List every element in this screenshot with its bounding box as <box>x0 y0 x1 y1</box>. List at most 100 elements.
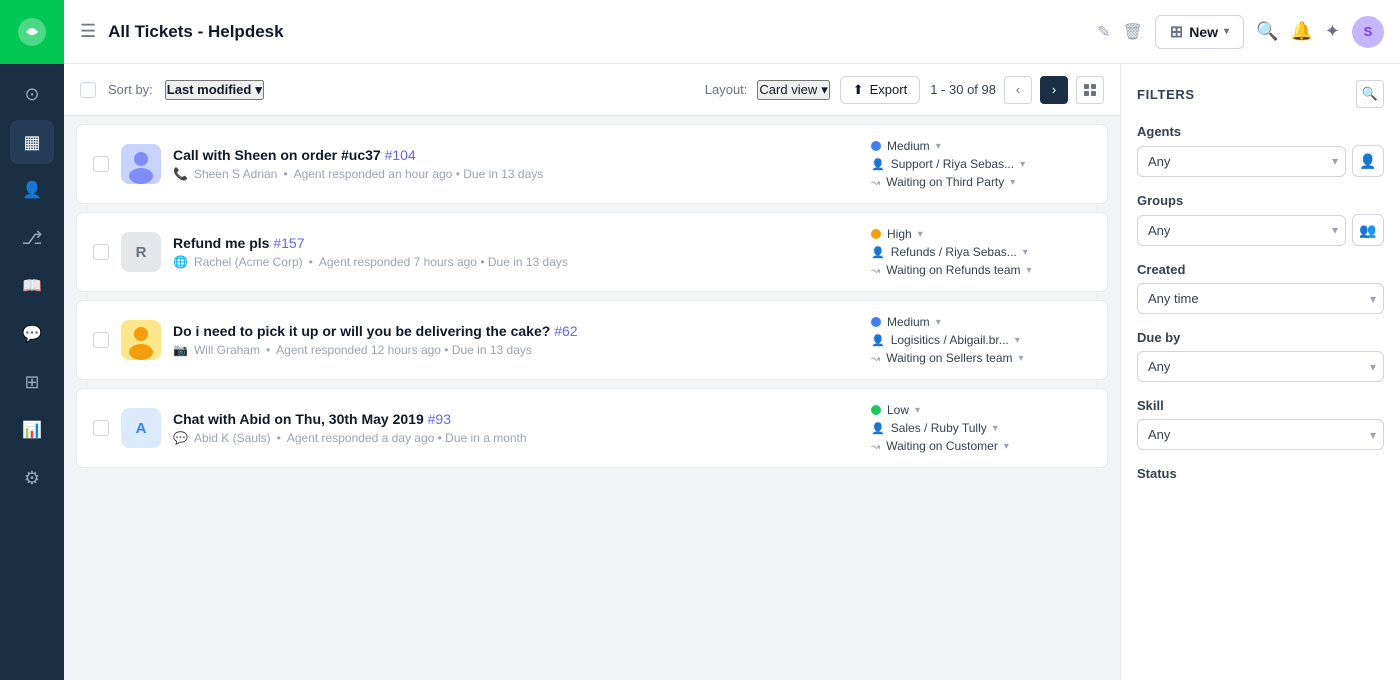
priority-dot <box>871 229 881 239</box>
sidebar-logo[interactable] <box>0 0 64 64</box>
new-button[interactable]: ⊞ New ▾ <box>1155 15 1244 49</box>
team-chevron-icon: ▾ <box>1020 159 1025 170</box>
ticket-avatar-image <box>121 144 161 184</box>
toolbar: Sort by: Last modified ▾ Layout: Card vi… <box>64 64 1120 116</box>
ticket-checkbox[interactable] <box>93 244 109 260</box>
edit-icon[interactable]: ✎ <box>1097 22 1110 42</box>
team-tag[interactable]: 👤 Logisitics / Abigail.br... ▾ <box>871 333 1020 347</box>
skill-select[interactable]: Any <box>1137 419 1384 450</box>
ticket-checkbox[interactable] <box>93 156 109 172</box>
team-tag[interactable]: 👤 Sales / Ruby Tully ▾ <box>871 421 998 435</box>
layout-chevron-icon: ▾ <box>821 82 828 98</box>
ticket-activity: Agent responded 12 hours ago • Due in 13… <box>276 343 532 357</box>
chat-icon: 💬 <box>22 324 42 344</box>
sidebar-item-grid[interactable]: ⊞ <box>10 360 54 404</box>
ticket-checkbox[interactable] <box>93 420 109 436</box>
sidebar-item-home[interactable]: ⊙ <box>10 72 54 116</box>
ticket-author: Abid K (Sauls) <box>194 431 271 445</box>
groups-select-wrapper: Any ▾ <box>1137 215 1346 246</box>
due-by-select[interactable]: Any <box>1137 351 1384 382</box>
team-chevron-icon: ▾ <box>993 423 998 434</box>
camera-icon: 📷 <box>173 343 188 357</box>
agents-select[interactable]: Any <box>1137 146 1346 177</box>
sidebar-item-tree[interactable]: ⎇ <box>10 216 54 260</box>
table-row[interactable]: R Refund me pls #157 🌐 Rachel (Acme Corp… <box>76 212 1108 292</box>
priority-tag[interactable]: High ▾ <box>871 227 923 241</box>
agents-icon-button[interactable]: 👤 <box>1352 145 1384 177</box>
table-row[interactable]: A Chat with Abid on Thu, 30th May 2019 #… <box>76 388 1108 468</box>
status-tag[interactable]: ↝ Waiting on Customer ▾ <box>871 439 1009 453</box>
team-tag[interactable]: 👤 Support / Riya Sebas... ▾ <box>871 157 1025 171</box>
created-select[interactable]: Any time <box>1137 283 1384 314</box>
ticket-meta: 📞 Sheen S Adrian • Agent responded an ho… <box>173 167 859 181</box>
status-tag[interactable]: ↝ Waiting on Sellers team ▾ <box>871 351 1024 365</box>
chevron-icon: ▾ <box>1224 26 1229 37</box>
agents-filter: Agents Any ▾ 👤 <box>1137 124 1384 177</box>
ticket-avatar-image <box>121 320 161 360</box>
sort-by-button[interactable]: Last modified ▾ <box>165 80 264 100</box>
sidebar-item-tickets[interactable]: ▦ <box>10 120 54 164</box>
ticket-activity: Agent responded a day ago • Due in a mon… <box>287 431 527 445</box>
next-page-button[interactable]: › <box>1040 76 1068 104</box>
filter-search-button[interactable]: 🔍 <box>1356 80 1384 108</box>
groups-icon-button[interactable]: 👥 <box>1352 214 1384 246</box>
table-row[interactable]: Do i need to pick it up or will you be d… <box>76 300 1108 380</box>
export-button[interactable]: ⬆ Export <box>840 76 920 104</box>
meta-separator: • <box>283 167 287 181</box>
home-icon: ⊙ <box>24 84 39 105</box>
logo-icon <box>16 16 48 48</box>
agents-select-row: Any ▾ 👤 <box>1137 145 1384 177</box>
search-icon[interactable]: 🔍 <box>1256 21 1278 42</box>
header-actions: ⊞ New ▾ 🔍 🔔 ✦ S <box>1155 15 1384 49</box>
priority-tag[interactable]: Medium ▾ <box>871 139 941 153</box>
user-avatar[interactable]: S <box>1352 16 1384 48</box>
priority-tag[interactable]: Medium ▾ <box>871 315 941 329</box>
ticket-title: Do i need to pick it up or will you be d… <box>173 323 859 339</box>
status-icon: ↝ <box>871 176 880 189</box>
tickets-icon: ▦ <box>23 132 40 153</box>
team-tag[interactable]: 👤 Refunds / Riya Sebas... ▾ <box>871 245 1028 259</box>
delete-icon[interactable]: 🗑 <box>1123 22 1143 42</box>
groups-select[interactable]: Any <box>1137 215 1346 246</box>
skill-filter: Skill Any ▾ <box>1137 398 1384 450</box>
ticket-body: Chat with Abid on Thu, 30th May 2019 #93… <box>173 411 859 445</box>
team-label: Support / Riya Sebas... <box>891 157 1014 171</box>
sidebar-item-book[interactable]: 📖 <box>10 264 54 308</box>
person-icon: 👤 <box>871 334 885 347</box>
layout-button[interactable]: Card view ▾ <box>757 80 829 100</box>
sidebar-item-reports[interactable]: 📊 <box>10 408 54 452</box>
status-label: Status <box>1137 466 1384 481</box>
magic-icon[interactable]: ✦ <box>1325 21 1340 42</box>
priority-label: Low <box>887 403 909 417</box>
hamburger-icon[interactable]: ☰ <box>80 21 96 42</box>
status-tag[interactable]: ↝ Waiting on Third Party ▾ <box>871 175 1015 189</box>
meta-separator: • <box>309 255 313 269</box>
due-by-select-wrapper: Any ▾ <box>1137 351 1384 382</box>
prev-page-button[interactable]: ‹ <box>1004 76 1032 104</box>
select-all-checkbox[interactable] <box>80 82 96 98</box>
status-icon: ↝ <box>871 352 880 365</box>
priority-label: Medium <box>887 139 930 153</box>
table-row[interactable]: Call with Sheen on order #uc37 #104 📞 Sh… <box>76 124 1108 204</box>
phone-icon: 📞 <box>173 167 188 181</box>
sidebar-item-settings[interactable]: ⚙ <box>10 456 54 500</box>
due-by-label: Due by <box>1137 330 1384 345</box>
status-label: Waiting on Third Party <box>886 175 1004 189</box>
created-label: Created <box>1137 262 1384 277</box>
tree-icon: ⎇ <box>22 228 43 249</box>
filter-header: FILTERS 🔍 <box>1137 80 1384 108</box>
sidebar-item-contacts[interactable]: 👤 <box>10 168 54 212</box>
ticket-body: Do i need to pick it up or will you be d… <box>173 323 859 357</box>
sidebar-item-chat[interactable]: 💬 <box>10 312 54 356</box>
page-title: All Tickets - Helpdesk <box>108 22 1085 42</box>
filter-title: FILTERS <box>1137 87 1195 102</box>
status-tag[interactable]: ↝ Waiting on Refunds team ▾ <box>871 263 1032 277</box>
ticket-checkbox[interactable] <box>93 332 109 348</box>
priority-tag[interactable]: Low ▾ <box>871 403 920 417</box>
grid-view-icon[interactable] <box>1076 76 1104 104</box>
priority-label: Medium <box>887 315 930 329</box>
team-chevron-icon: ▾ <box>1015 335 1020 346</box>
ticket-title: Chat with Abid on Thu, 30th May 2019 #93 <box>173 411 859 427</box>
notifications-icon[interactable]: 🔔 <box>1290 21 1312 42</box>
avatar: A <box>121 408 161 448</box>
